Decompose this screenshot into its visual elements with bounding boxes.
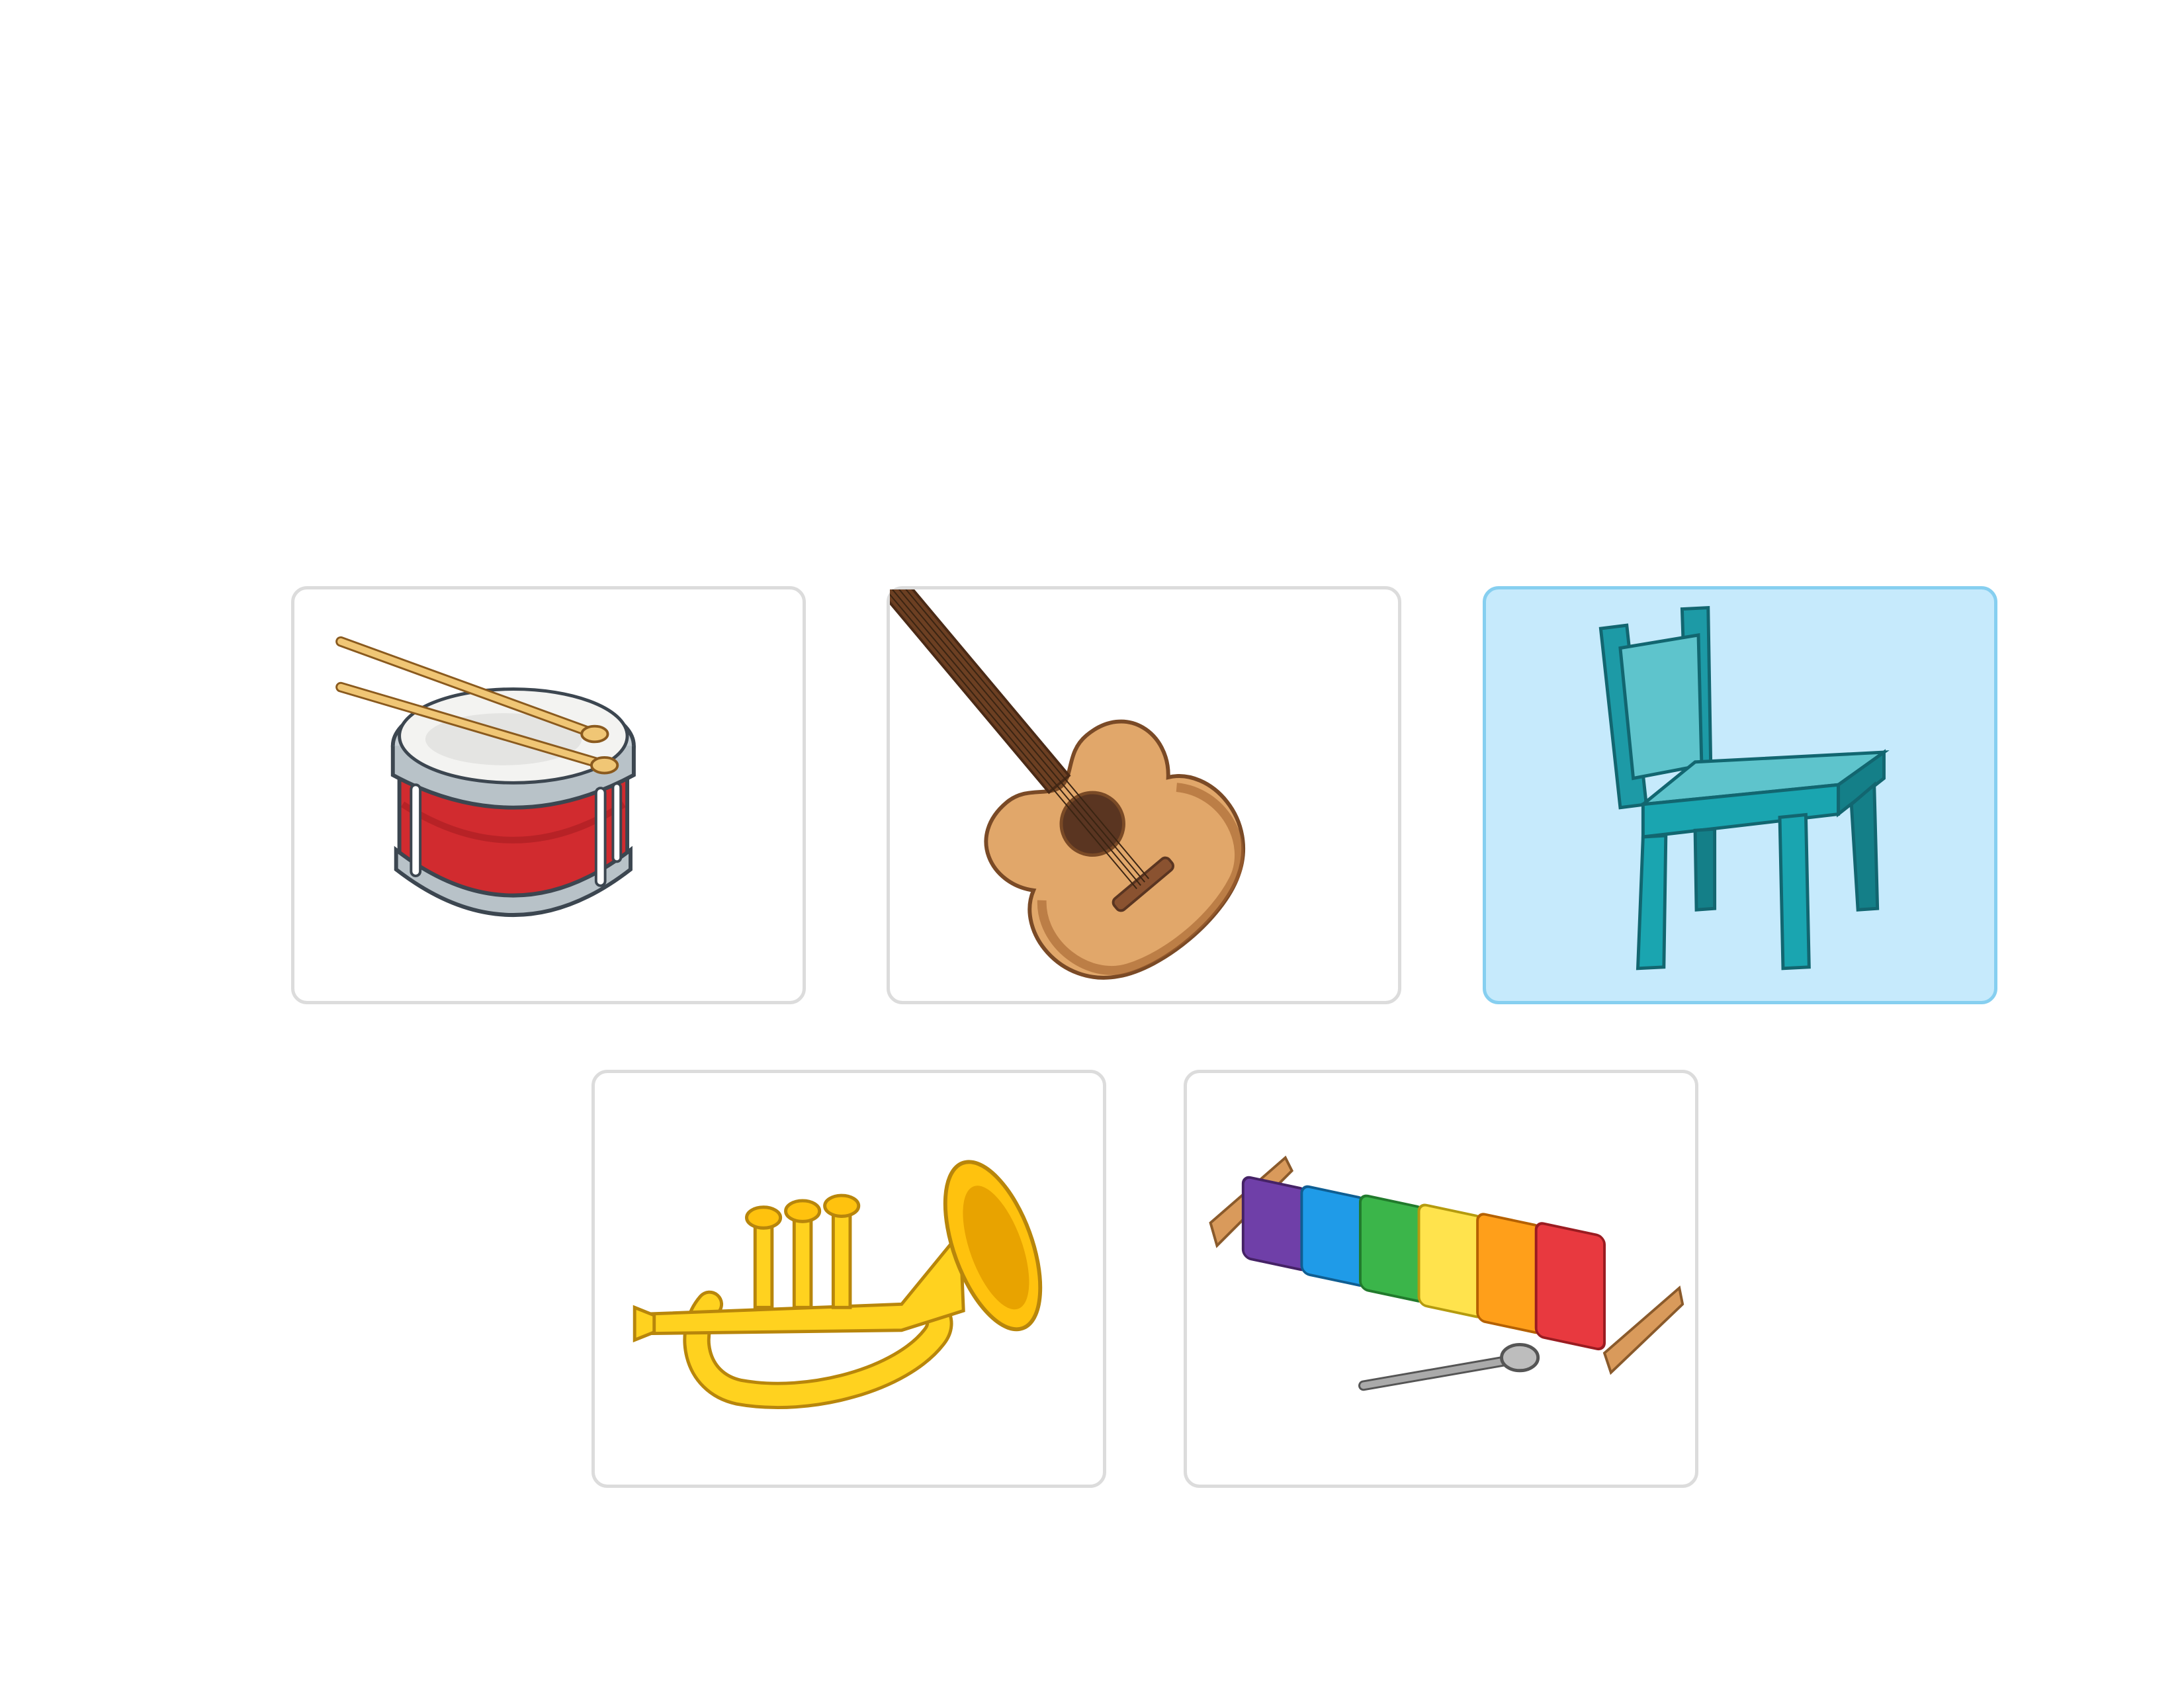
choice-card-guitar[interactable] (887, 586, 1401, 1004)
drum-icon (335, 636, 636, 917)
guitar-icon (890, 589, 1246, 980)
choice-card-chair[interactable] (1483, 586, 1997, 1004)
chair-icon (1598, 605, 1890, 971)
trumpet-icon (633, 1160, 1043, 1409)
choice-card-drum[interactable] (291, 586, 806, 1004)
xylophone-icon (1209, 1155, 1684, 1391)
choice-card-xylophone[interactable] (1184, 1070, 1698, 1488)
choice-card-trumpet[interactable] (591, 1070, 1106, 1488)
